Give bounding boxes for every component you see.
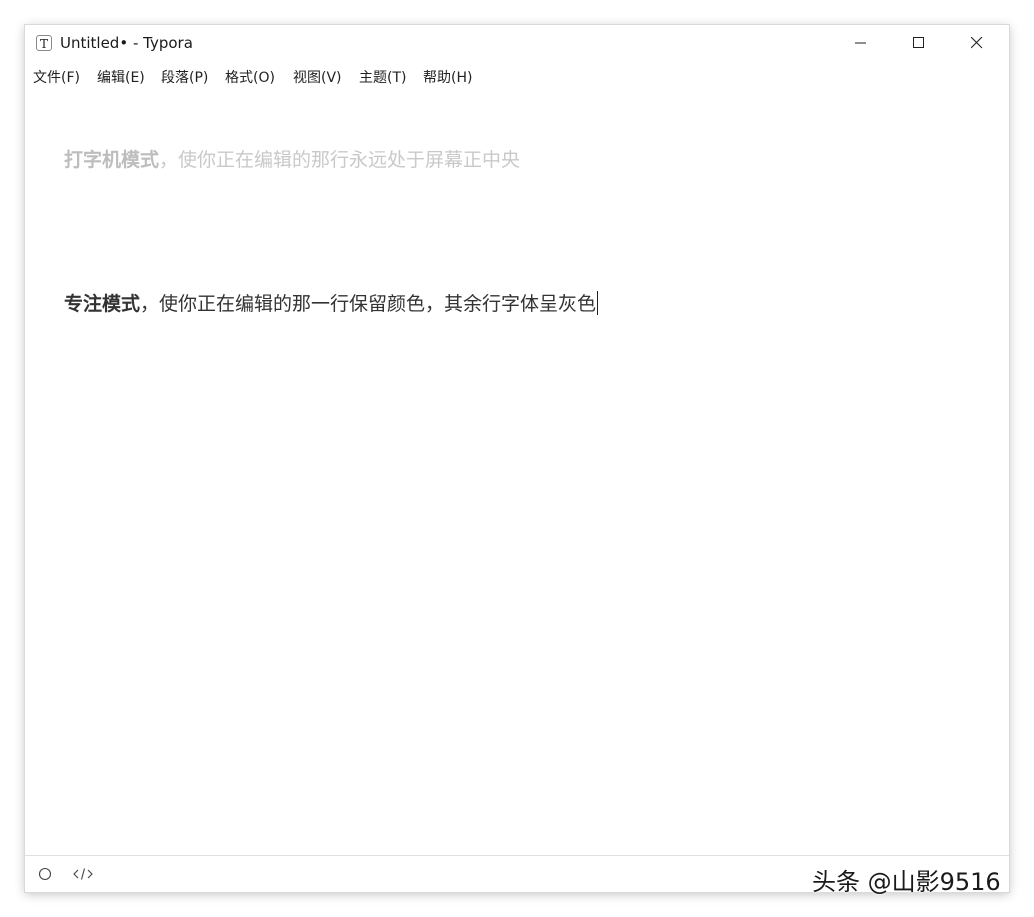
close-button[interactable] [948,25,1006,61]
menu-edit[interactable]: 编辑(E) [97,67,145,87]
menu-bar: 文件(F) 编辑(E) 段落(P) 格式(O) 视图(V) 主题(T) 帮助(H… [25,63,1009,89]
menu-format[interactable]: 格式(O) [225,67,275,87]
paragraph-focus-mode[interactable]: 专注模式，使你正在编辑的那一行保留颜色，其余行字体呈灰色 [64,289,599,316]
paragraph-text: ，使你正在编辑的那行永远处于屏幕正中央 [159,149,521,171]
menu-themes[interactable]: 主题(T) [359,67,406,87]
menu-paragraph[interactable]: 段落(P) [161,67,208,87]
menu-view[interactable]: 视图(V) [293,67,342,87]
paragraph-bold-text: 打字机模式 [64,149,160,171]
source-code-icon[interactable] [73,866,93,885]
menu-file[interactable]: 文件(F) [33,67,80,87]
maximize-icon [913,37,924,48]
typora-window: T Untitled• - Typora 文件(F) 编辑(E) 段落(P) 格… [25,25,1009,892]
paragraph-bold-text: 专注模式 [64,293,141,315]
text-caret [597,291,599,315]
circle-icon[interactable] [38,866,52,885]
close-icon [971,37,983,49]
paragraph-text: ，使你正在编辑的那一行保留颜色，其余行字体呈灰色 [140,293,597,315]
minimize-button[interactable] [832,25,890,61]
menu-help[interactable]: 帮助(H) [423,67,472,87]
paragraph-typewriter-mode[interactable]: 打字机模式，使你正在编辑的那行永远处于屏幕正中央 [64,145,520,172]
editor-area[interactable]: 打字机模式，使你正在编辑的那行永远处于屏幕正中央 专注模式，使你正在编辑的那一行… [25,89,1009,855]
title-bar[interactable]: T Untitled• - Typora [25,25,1009,61]
minimize-icon [855,42,866,44]
typora-app-icon: T [36,35,52,51]
maximize-button[interactable] [890,25,948,61]
watermark: 头条 @山影9516 [812,868,1001,896]
window-title: Untitled• - Typora [60,34,193,52]
